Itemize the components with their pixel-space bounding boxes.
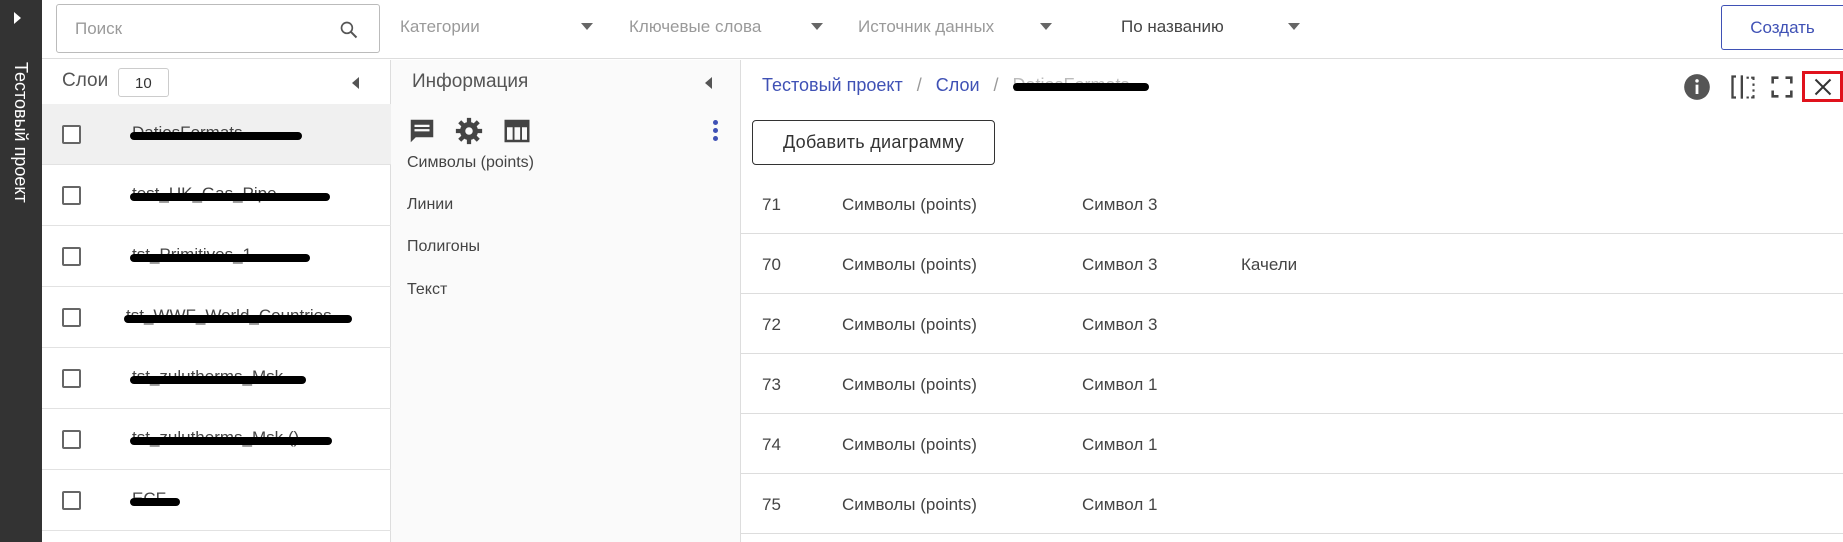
gear-icon[interactable]	[454, 116, 484, 146]
layer-checkbox[interactable]	[62, 247, 81, 266]
layer-checkbox[interactable]	[62, 369, 81, 388]
chevron-down-icon	[1040, 23, 1052, 30]
project-title[interactable]: Тестовый проект	[10, 62, 31, 203]
sort-label: По названию	[1121, 17, 1224, 36]
layers-panel: Слои 10 DatiosFormats test_UK_Gas_Pipe t…	[42, 60, 391, 542]
cell-symbol: Символ 1	[1082, 495, 1158, 514]
layer-row[interactable]: ECF	[42, 470, 391, 531]
breadcrumb: Тестовый проект/Слои/DatiosFormats	[762, 75, 1149, 96]
layer-row[interactable]: tst_zulutherms_Msk ()	[42, 409, 391, 470]
search-icon[interactable]	[339, 20, 359, 40]
project-sidebar: Тестовый проект	[0, 0, 42, 542]
info-item-polygons[interactable]: Полигоны	[407, 238, 480, 256]
cell-id: 75	[762, 495, 781, 514]
layer-checkbox[interactable]	[62, 308, 81, 327]
redaction-mark	[130, 193, 330, 201]
chevron-down-icon	[1288, 23, 1300, 30]
keywords-label: Ключевые слова	[629, 17, 762, 36]
expand-sidebar-icon[interactable]	[14, 12, 21, 24]
add-chart-button[interactable]: Добавить диаграмму	[752, 120, 995, 165]
categories-dropdown[interactable]: Категории	[400, 14, 600, 42]
breadcrumb-project[interactable]: Тестовый проект	[762, 75, 903, 95]
detail-panel: Тестовый проект/Слои/DatiosFormats Добав…	[741, 60, 1843, 542]
cell-symbol: Символ 1	[1082, 375, 1158, 394]
table-row[interactable]: 73 Символы (points) Символ 1	[741, 354, 1843, 414]
layer-row[interactable]: tst_Primitives_1	[42, 226, 391, 287]
data-source-dropdown[interactable]: Источник данных	[858, 14, 1058, 42]
redaction-mark	[130, 437, 332, 445]
keywords-dropdown[interactable]: Ключевые слова	[629, 14, 829, 42]
cell-symbol: Символ 3	[1082, 255, 1158, 274]
cell-id: 73	[762, 375, 781, 394]
close-button[interactable]	[1802, 71, 1843, 102]
layer-checkbox[interactable]	[62, 186, 81, 205]
info-item-lines[interactable]: Линии	[407, 196, 453, 214]
create-button[interactable]: Создать	[1721, 5, 1843, 50]
table-row[interactable]: 74 Символы (points) Символ 1	[741, 414, 1843, 474]
info-icon[interactable]	[1683, 73, 1711, 101]
layer-row[interactable]: DatiosFormats	[42, 104, 391, 165]
search-input[interactable]	[75, 18, 325, 40]
table-row[interactable]: 72 Символы (points) Символ 3	[741, 294, 1843, 354]
redaction-mark	[130, 254, 310, 262]
cell-type: Символы (points)	[842, 435, 977, 454]
collapse-left-icon[interactable]	[352, 77, 359, 89]
collapse-left-icon[interactable]	[705, 77, 712, 89]
close-icon	[1814, 78, 1832, 96]
info-title: Информация	[412, 71, 529, 92]
cell-type: Символы (points)	[842, 495, 977, 514]
table-row[interactable]: 75 Символы (points) Символ 1	[741, 474, 1843, 534]
cell-symbol: Символ 1	[1082, 435, 1158, 454]
cell-symbol: Символ 3	[1082, 315, 1158, 334]
cell-id: 74	[762, 435, 781, 454]
top-toolbar: Категории Ключевые слова Источник данных…	[42, 0, 1843, 59]
layer-row[interactable]: tst_WWF_World_Countries	[42, 287, 391, 348]
chevron-down-icon	[811, 23, 823, 30]
search-box	[56, 4, 380, 53]
sort-dropdown[interactable]: По названию	[1121, 14, 1321, 42]
cell-type: Символы (points)	[842, 315, 977, 334]
redaction-mark	[1012, 83, 1149, 91]
layer-checkbox[interactable]	[62, 491, 81, 510]
table-row[interactable]: 70 Символы (points) Символ 3 Качели	[741, 234, 1843, 294]
fullscreen-icon[interactable]	[1768, 73, 1796, 101]
redaction-mark	[130, 132, 302, 140]
cell-type: Символы (points)	[842, 195, 977, 214]
cell-id: 70	[762, 255, 781, 274]
categories-label: Категории	[400, 17, 480, 36]
cell-id: 71	[762, 195, 781, 214]
info-panel: Информация Символы (points) Линии Полиго…	[391, 60, 741, 542]
cell-extra: Качели	[1241, 255, 1298, 274]
comment-icon[interactable]	[407, 116, 437, 146]
layers-count-badge: 10	[118, 68, 169, 97]
cell-symbol: Символ 3	[1082, 195, 1158, 214]
cell-type: Символы (points)	[842, 375, 977, 394]
table-icon[interactable]	[502, 116, 532, 146]
redaction-mark	[124, 315, 352, 323]
table-row[interactable]: 71 Символы (points) Символ 3	[741, 174, 1843, 234]
cell-id: 72	[762, 315, 781, 334]
info-item-points[interactable]: Символы (points)	[407, 154, 534, 172]
layer-checkbox[interactable]	[62, 125, 81, 144]
data-source-label: Источник данных	[858, 17, 995, 36]
cell-type: Символы (points)	[842, 255, 977, 274]
layers-header: Слои 10	[42, 60, 391, 104]
layer-checkbox[interactable]	[62, 430, 81, 449]
layers-title: Слои	[62, 70, 109, 91]
more-vert-icon[interactable]	[713, 120, 719, 142]
layer-row[interactable]: tst_zulutherms_Msk	[42, 348, 391, 409]
redaction-mark	[130, 498, 180, 506]
layer-row[interactable]: test_UK_Gas_Pipe	[42, 165, 391, 226]
info-item-text[interactable]: Текст	[407, 281, 447, 299]
chevron-down-icon	[581, 23, 593, 30]
breadcrumb-current: DatiosFormats	[1012, 75, 1149, 95]
split-view-icon[interactable]	[1729, 73, 1757, 101]
breadcrumb-layers[interactable]: Слои	[936, 75, 980, 95]
redaction-mark	[130, 376, 306, 384]
